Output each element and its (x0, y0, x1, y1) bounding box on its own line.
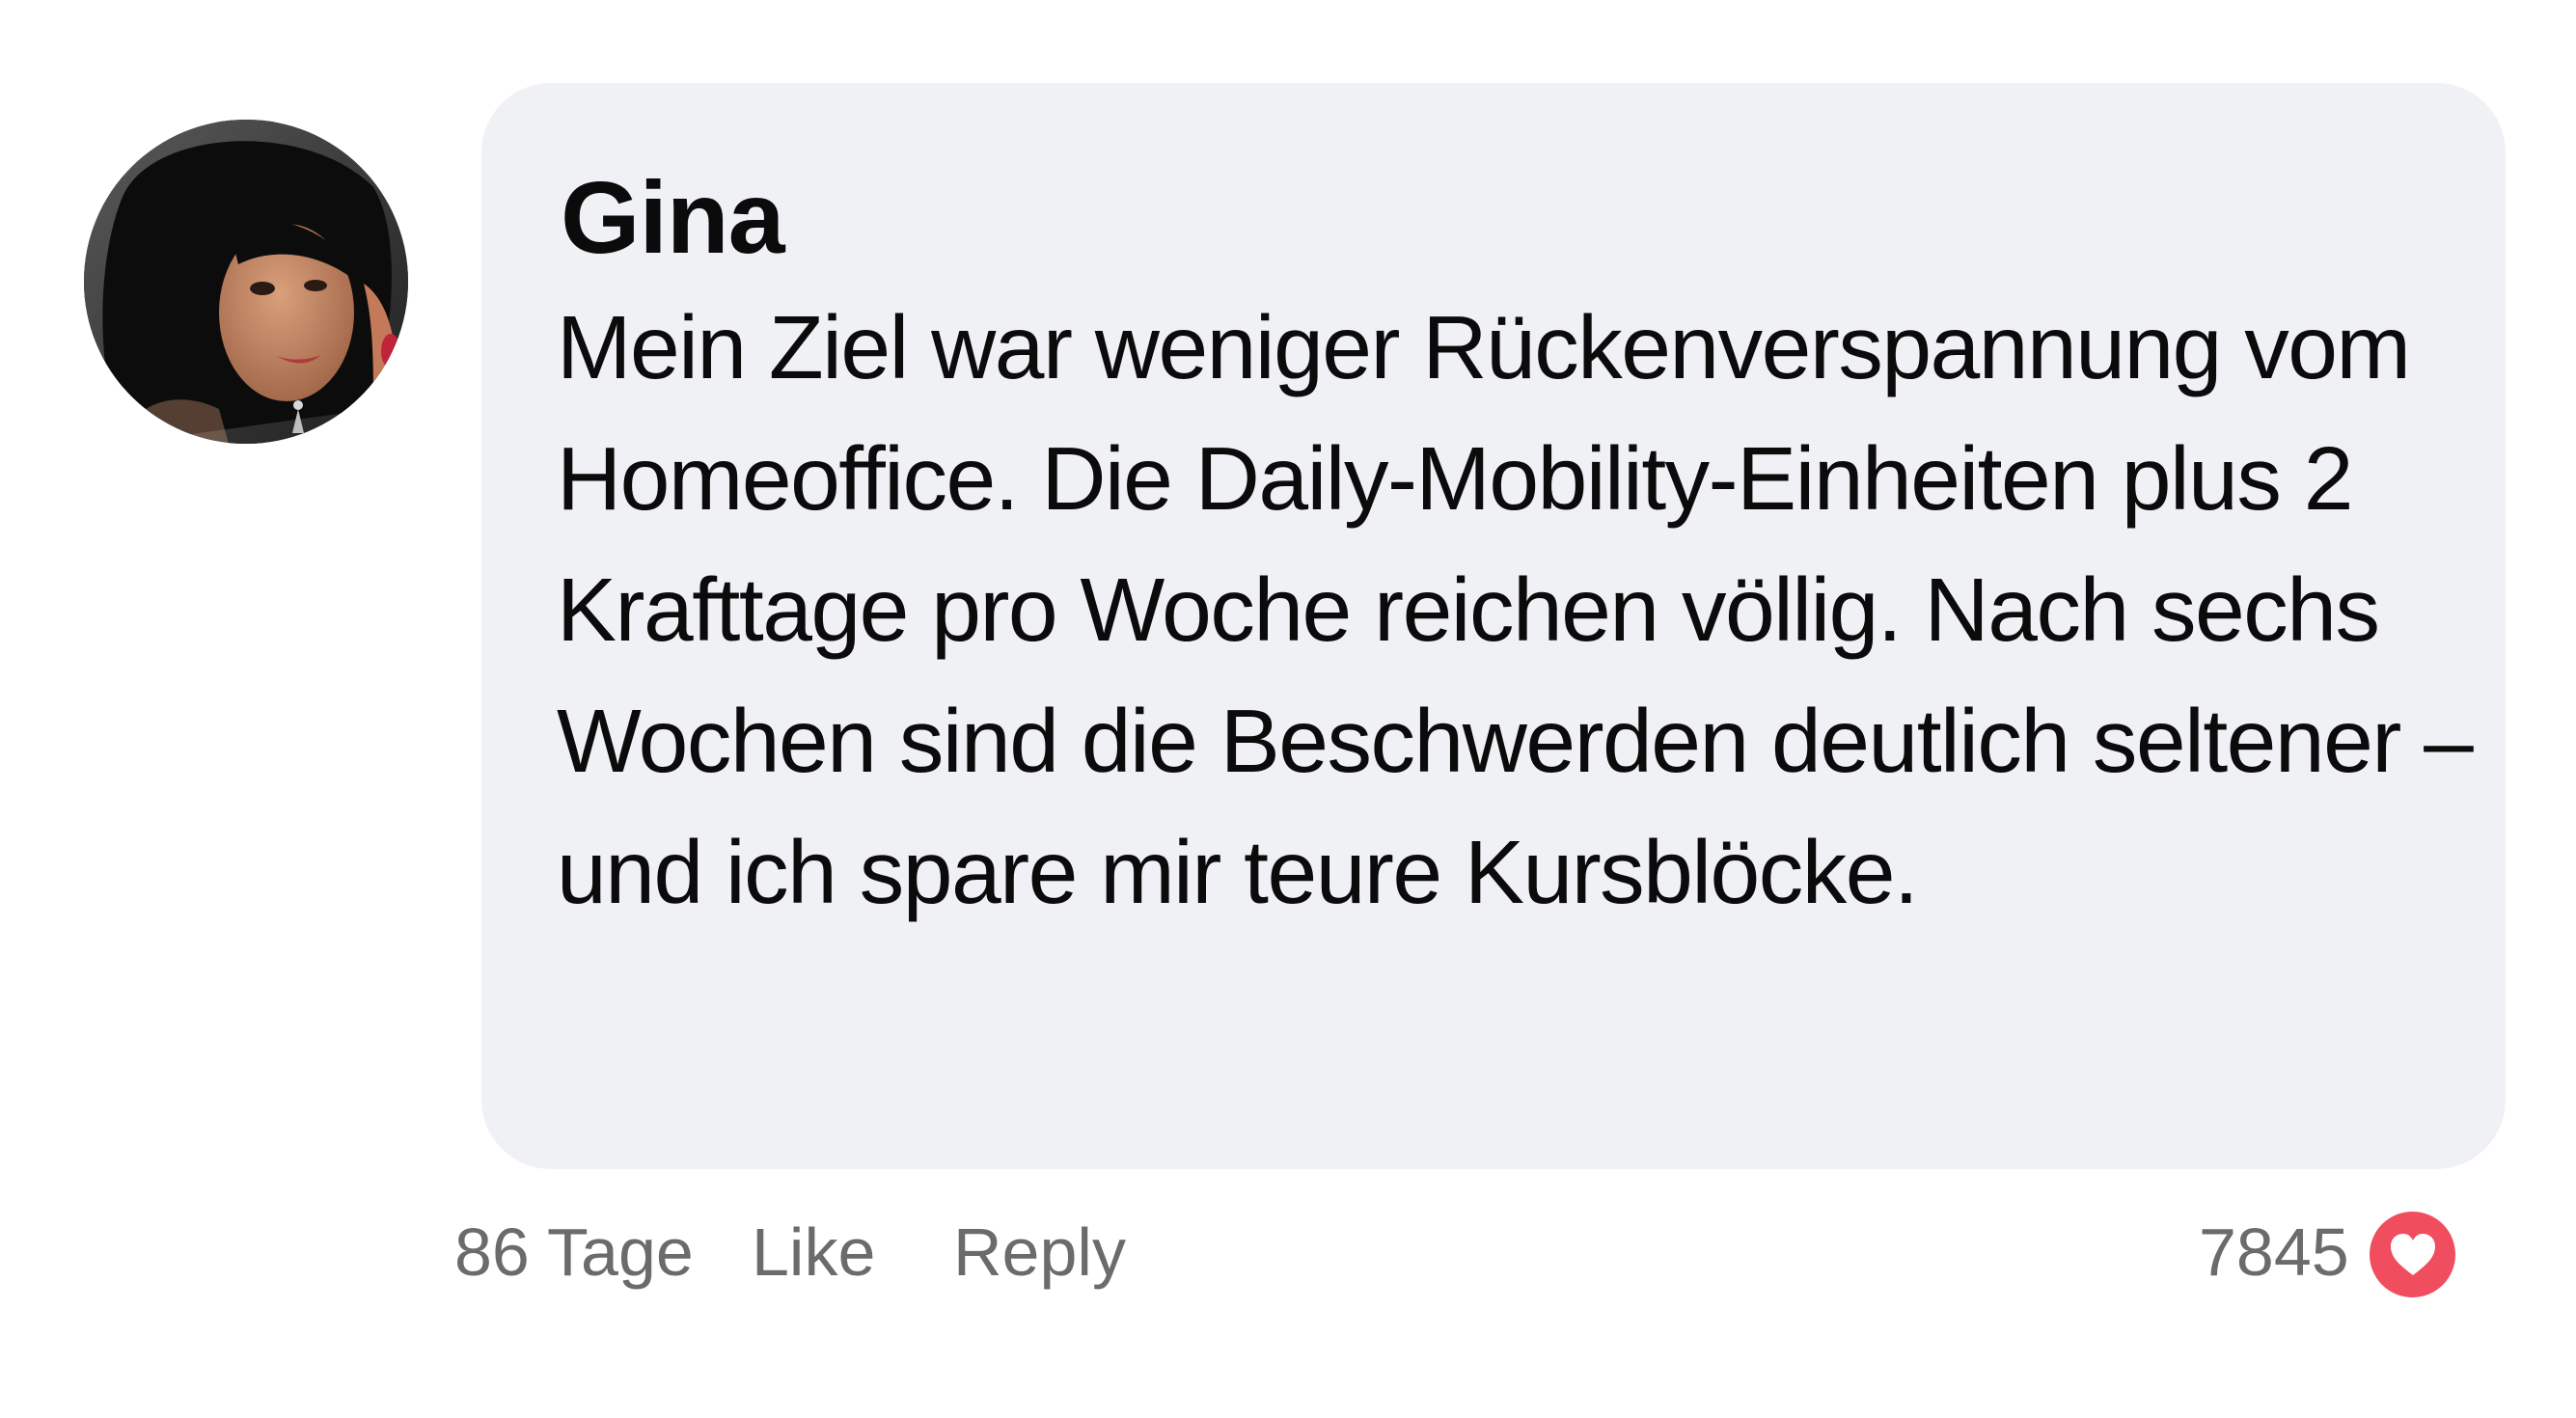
like-count: 7845 (2199, 1214, 2349, 1290)
like-button[interactable]: Like (752, 1211, 875, 1294)
comment-age: 86 Tage (454, 1214, 694, 1290)
avatar[interactable] (84, 120, 408, 444)
heart-icon[interactable] (2370, 1212, 2455, 1297)
comment-author[interactable]: Gina (561, 158, 785, 278)
avatar-image (84, 120, 408, 444)
heart-glyph (2391, 1234, 2435, 1275)
comment: Gina Mein Ziel war weniger Rückenverspan… (0, 0, 2576, 1418)
comment-bubble: Gina Mein Ziel war weniger Rückenverspan… (481, 83, 2506, 1169)
reply-button[interactable]: Reply (953, 1211, 1126, 1294)
comment-text: Mein Ziel war weniger Rückenverspannung … (557, 297, 2474, 922)
